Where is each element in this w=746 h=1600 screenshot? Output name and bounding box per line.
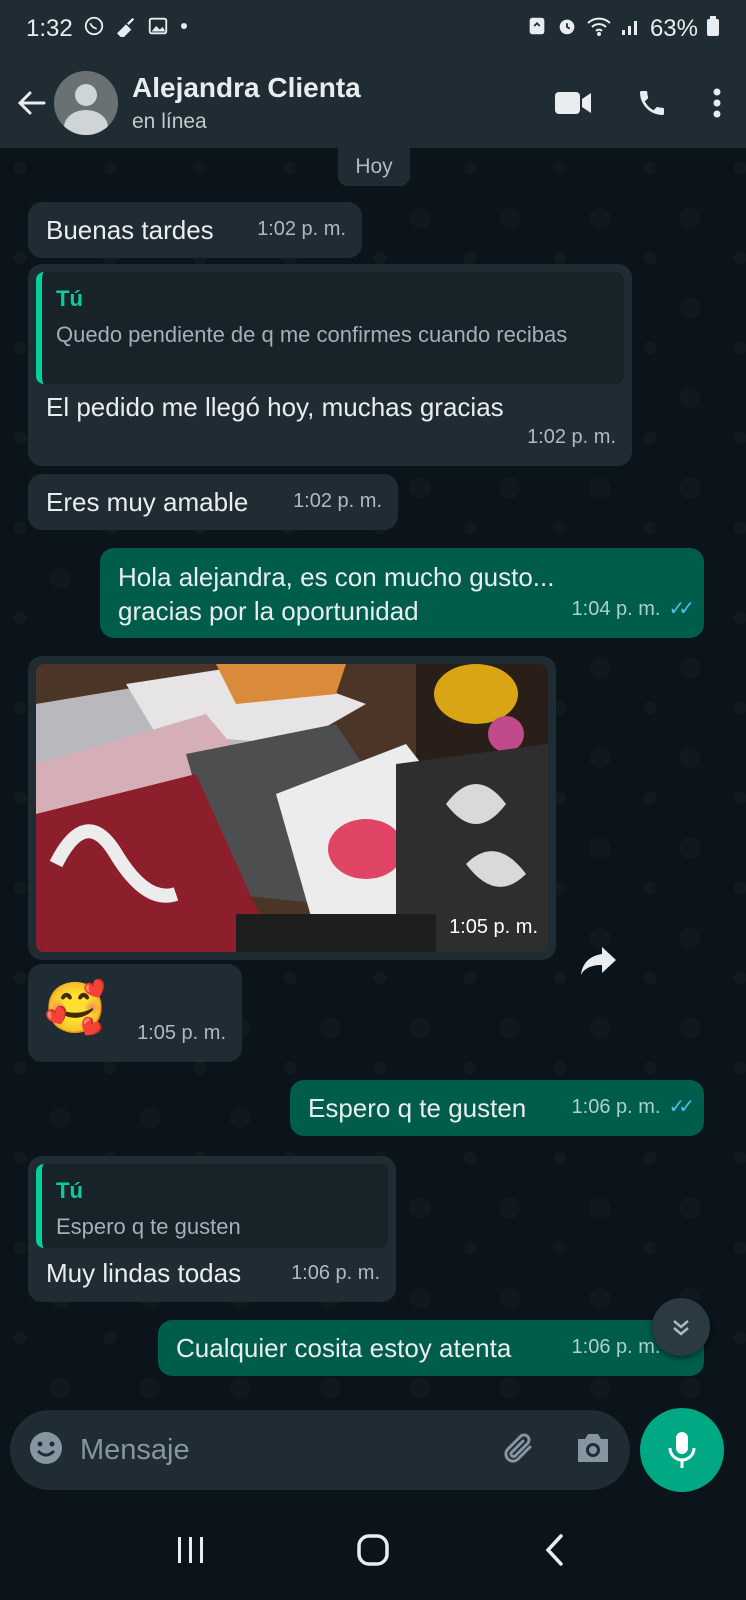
message-composer: Mensaje [10, 1410, 630, 1490]
system-nav-bar [0, 1500, 746, 1600]
message-text: Eres muy amable [46, 487, 249, 517]
emoji-message: 🥰 [44, 980, 107, 1036]
message-text: Espero q te gusten [308, 1093, 527, 1123]
status-time: 1:32 [26, 15, 73, 42]
quoted-message[interactable]: Tú Espero q te gusten [36, 1164, 388, 1248]
message-bubble[interactable]: Buenas tardes 1:02 p. m. [28, 202, 362, 258]
message-text: Muy lindas todas [46, 1258, 242, 1288]
message-text: Cualquier cosita estoy atenta [176, 1333, 512, 1363]
dot-icon [179, 15, 189, 43]
message-text: El pedido me llegó hoy, muchas gracias [46, 392, 504, 422]
recycle-icon [526, 15, 548, 44]
message-time: 1:02 p. m. [527, 426, 616, 448]
message-input[interactable]: Mensaje [80, 1434, 500, 1467]
message-bubble[interactable]: Tú Quedo pendiente de q me confirmes cua… [28, 264, 632, 466]
wifi-icon [586, 15, 612, 44]
message-time: 1:04 p. m. [571, 598, 661, 620]
message-time: 1:05 p. m. [449, 916, 538, 938]
message-bubble[interactable]: Eres muy amable 1:02 p. m. [28, 474, 398, 530]
read-ticks-icon: ✓✓ [668, 1096, 694, 1118]
emoji-icon[interactable] [28, 1430, 64, 1471]
quote-author: Tú [56, 1178, 83, 1203]
message-time: 1:06 p. m. [571, 1096, 661, 1118]
message-text: Hola alejandra, es con mucho gusto... gr… [118, 562, 555, 626]
gallery-icon [147, 15, 169, 43]
back-icon[interactable] [525, 1520, 585, 1580]
signal-icon [620, 15, 642, 44]
contact-name: Alejandra Clienta [132, 72, 361, 103]
received-photo[interactable]: 1:05 p. m. [36, 664, 548, 952]
mic-icon[interactable] [640, 1408, 724, 1492]
whatsapp-icon [83, 15, 105, 43]
message-text: Buenas tardes [46, 215, 214, 245]
attach-icon[interactable] [500, 1429, 538, 1472]
video-call-icon[interactable] [554, 90, 592, 116]
home-icon[interactable] [343, 1520, 403, 1580]
message-bubble[interactable]: Tú Espero q te gusten Muy lindas todas 1… [28, 1156, 396, 1302]
camera-icon[interactable] [574, 1431, 612, 1470]
status-bar: 1:32 63% [0, 0, 746, 58]
battery-icon [706, 15, 720, 44]
message-bubble[interactable]: Espero q te gusten 1:06 p. m. ✓✓ [290, 1080, 704, 1136]
message-bubble[interactable]: Hola alejandra, es con mucho gusto... gr… [100, 548, 704, 638]
forward-icon[interactable] [574, 936, 624, 986]
back-arrow-icon[interactable] [14, 85, 50, 121]
message-bubble[interactable]: Cualquier cosita estoy atenta 1:06 p. m.… [158, 1320, 704, 1376]
image-message[interactable]: 1:05 p. m. [28, 656, 556, 960]
battery-text: 63% [649, 15, 698, 42]
quoted-message[interactable]: Tú Quedo pendiente de q me confirmes cua… [36, 272, 624, 384]
date-chip: Hoy [338, 148, 410, 186]
quote-author: Tú [56, 286, 83, 311]
recent-apps-icon[interactable] [161, 1520, 221, 1580]
message-bubble[interactable]: 🥰 1:05 p. m. [28, 964, 242, 1062]
chat-header: Alejandra Clienta en línea [0, 58, 746, 148]
scroll-to-bottom-button[interactable] [652, 1298, 710, 1356]
avatar-icon[interactable] [54, 71, 118, 135]
quote-text: Espero q te gusten [56, 1214, 241, 1239]
more-vert-icon[interactable] [712, 87, 722, 119]
phone-icon[interactable] [636, 87, 668, 119]
contact-status: en línea [132, 110, 207, 133]
alarm-icon [556, 15, 578, 44]
message-time: 1:02 p. m. [257, 218, 346, 240]
message-time: 1:05 p. m. [137, 1022, 226, 1044]
broom-icon [115, 15, 137, 43]
quote-text: Quedo pendiente de q me confirmes cuando… [56, 322, 568, 347]
chat-area[interactable]: Hoy Buenas tardes 1:02 p. m. Tú Quedo pe… [0, 148, 746, 1410]
message-time: 1:06 p. m. [571, 1336, 661, 1358]
message-time: 1:02 p. m. [293, 490, 382, 512]
read-ticks-icon: ✓✓ [668, 598, 694, 620]
contact-info[interactable]: Alejandra Clienta en línea [132, 72, 361, 134]
message-time: 1:06 p. m. [291, 1262, 380, 1284]
